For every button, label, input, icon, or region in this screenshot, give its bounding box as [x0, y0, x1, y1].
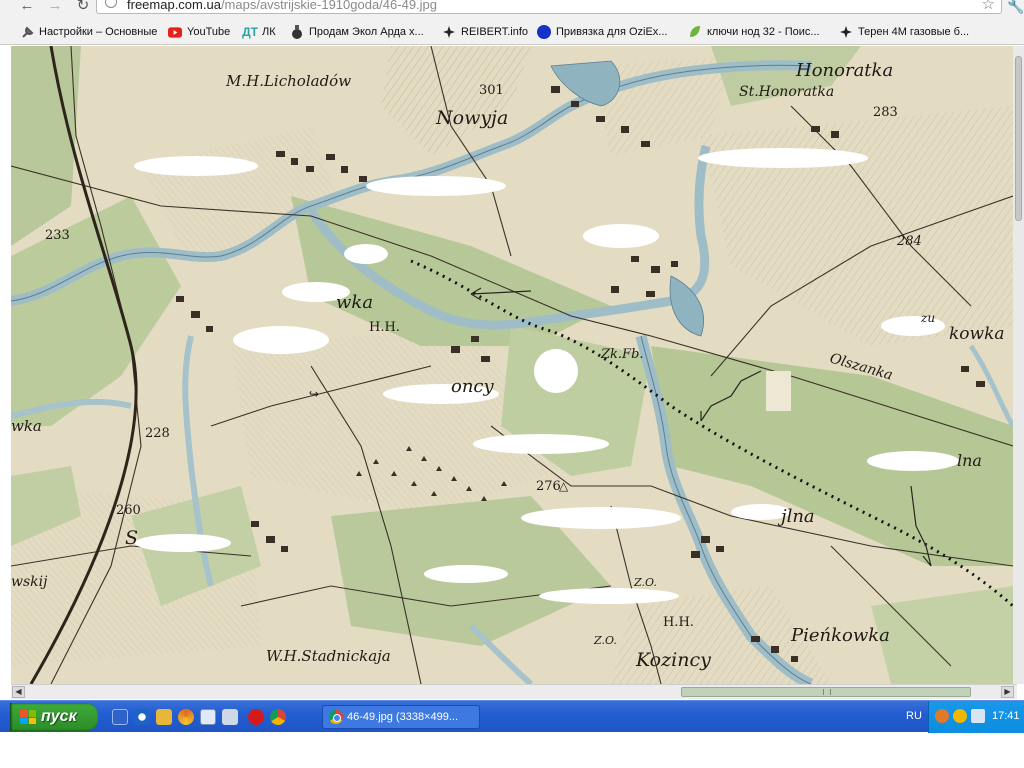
- map-label: Pieńkowka: [790, 625, 890, 646]
- vertical-scrollbar[interactable]: [1013, 46, 1024, 684]
- map-label: Honoratka: [795, 60, 893, 81]
- chrome-icon: [329, 710, 343, 724]
- bookmark-label: ключи нод 32 - Поис...: [707, 26, 820, 38]
- start-button[interactable]: пуск: [10, 703, 98, 731]
- chrome-icon[interactable]: [270, 709, 286, 725]
- map-label: lna: [957, 451, 982, 470]
- reload-icon[interactable]: ↻: [72, 0, 94, 14]
- map-label: zu: [920, 311, 935, 325]
- bookmark-nod32[interactable]: ключи нод 32 - Поис...: [688, 23, 820, 41]
- bookmark-label: Настройки – Основные: [39, 26, 158, 38]
- bookmark-ozi[interactable]: Привязка для OziEx...: [537, 23, 667, 41]
- left-gutter: [0, 46, 11, 684]
- map-label: oncy: [451, 376, 495, 397]
- horizontal-scroll-thumb[interactable]: [681, 687, 971, 697]
- show-desktop-icon[interactable]: [112, 709, 128, 725]
- bookmark-label: Привязка для OziEx...: [556, 26, 668, 38]
- bookmark-label: Продам Экол Арда х...: [309, 26, 424, 38]
- forward-arrow-icon[interactable]: →: [44, 0, 66, 14]
- vertical-scroll-thumb[interactable]: [1015, 56, 1022, 221]
- tray-arrow-icon[interactable]: [935, 709, 949, 723]
- blue-circle-icon: [537, 25, 551, 39]
- language-indicator[interactable]: RU: [906, 710, 922, 722]
- map-label: 233: [45, 228, 70, 243]
- bookmark-label: ЛК: [262, 26, 276, 38]
- address-url[interactable]: freemap.com.ua/maps/avstrijskie-1910goda…: [127, 0, 437, 12]
- bookmark-label: REIBERT.info: [461, 26, 529, 38]
- tool-icon[interactable]: [156, 709, 172, 725]
- recycle-bin-icon[interactable]: [222, 709, 238, 725]
- map-light-patch: [766, 371, 791, 411]
- wrench-icon: [20, 25, 34, 39]
- map-label: Zk.Fb.: [600, 347, 644, 362]
- map-label: kowka: [949, 324, 1005, 344]
- cross-icon: [839, 25, 853, 39]
- windows-taskbar: пуск 46-49.jpg (3338×499... RU 17:41: [0, 700, 1024, 733]
- youtube-icon: [168, 25, 182, 39]
- leaf-icon: [688, 25, 702, 39]
- dt-logo-icon: ДТ: [242, 25, 258, 39]
- map-label: M.H.Licholadów: [225, 72, 351, 90]
- browser-toolbar: ← → ↻ freemap.com.ua/maps/avstrijskie-19…: [0, 0, 1024, 18]
- window-icon[interactable]: [200, 709, 216, 725]
- opera-icon[interactable]: [248, 709, 264, 725]
- grenade-icon: [290, 25, 304, 39]
- map-label: 301: [479, 83, 504, 98]
- bookmark-settings[interactable]: Настройки – Основные: [20, 23, 157, 41]
- map-label: wka: [11, 417, 42, 435]
- map-label: Z.O.: [593, 634, 617, 647]
- trig-point-icon: △: [559, 479, 569, 493]
- map-label: W.H.Stadnickaja: [266, 647, 391, 665]
- taskbar-window-button[interactable]: 46-49.jpg (3338×499...: [322, 705, 480, 729]
- horizontal-scrollbar[interactable]: ◀ ▶: [11, 684, 1017, 699]
- bookmark-label: YouTube: [187, 26, 231, 38]
- map-label: 260: [116, 503, 141, 518]
- map-label: St.Honoratka: [739, 84, 834, 100]
- address-bar[interactable]: freemap.com.ua/maps/avstrijskie-1910goda…: [96, 0, 1002, 14]
- map-label: jlna: [777, 506, 815, 527]
- system-tray: 17:41: [928, 701, 1024, 733]
- bookmark-lk[interactable]: ДТ ЛК: [242, 23, 276, 41]
- map-label: H.H.: [369, 320, 400, 335]
- map-drawing: M.H.Licholadów 301 Nowyja Honoratka St.H…: [11, 46, 1013, 684]
- clock[interactable]: 17:41: [992, 710, 1020, 722]
- mouse-cursor-icon: ↪: [309, 387, 319, 401]
- info-icon[interactable]: [953, 709, 967, 723]
- scroll-grip-icon: [823, 689, 831, 695]
- scroll-right-arrow-icon[interactable]: ▶: [1001, 686, 1014, 698]
- map-label: 284: [896, 234, 922, 249]
- map-label: S: [125, 527, 138, 549]
- bookmark-ekol[interactable]: Продам Экол Арда х...: [290, 23, 424, 41]
- bookmark-reibert[interactable]: REIBERT.info: [442, 23, 528, 41]
- screen: ← → ↻ freemap.com.ua/maps/avstrijskie-19…: [0, 0, 1024, 768]
- task-label: 46-49.jpg (3338×499...: [347, 711, 459, 723]
- map-label: 283: [873, 105, 898, 120]
- back-arrow-icon[interactable]: ←: [16, 0, 38, 14]
- map-label: wskij: [11, 574, 48, 590]
- map-image[interactable]: M.H.Licholadów 301 Nowyja Honoratka St.H…: [11, 46, 1013, 684]
- start-label: пуск: [41, 708, 77, 725]
- map-label: Kozincy: [635, 649, 711, 671]
- map-label: 228: [145, 426, 170, 441]
- bookmark-star-icon[interactable]: ☆: [982, 0, 995, 13]
- url-host: freemap.com.ua: [127, 0, 221, 12]
- windows-logo-icon: [20, 710, 36, 724]
- wrench-menu-icon[interactable]: 🔧: [1007, 0, 1024, 14]
- map-label: wka: [336, 292, 373, 313]
- page-info-icon[interactable]: [105, 0, 117, 8]
- bookmarks-bar: Настройки – Основные YouTube ДТ ЛК Прода…: [0, 18, 1024, 45]
- browser-firefox-icon[interactable]: [178, 709, 194, 725]
- map-label: Nowyja: [435, 107, 508, 129]
- volume-icon[interactable]: [971, 709, 985, 723]
- url-path: /maps/avstrijskie-1910goda/46-49.jpg: [220, 0, 438, 12]
- bookmark-youtube[interactable]: YouTube: [168, 23, 230, 41]
- bookmark-teren[interactable]: Терен 4М газовые б...: [839, 23, 969, 41]
- cross-icon: [442, 25, 456, 39]
- map-label: Z.O.: [633, 576, 657, 589]
- map-label: 276: [536, 479, 561, 494]
- scroll-left-arrow-icon[interactable]: ◀: [12, 686, 25, 698]
- media-player-icon[interactable]: [134, 709, 150, 725]
- bookmark-label: Терен 4М газовые б...: [858, 26, 970, 38]
- map-label: H.H.: [663, 615, 694, 630]
